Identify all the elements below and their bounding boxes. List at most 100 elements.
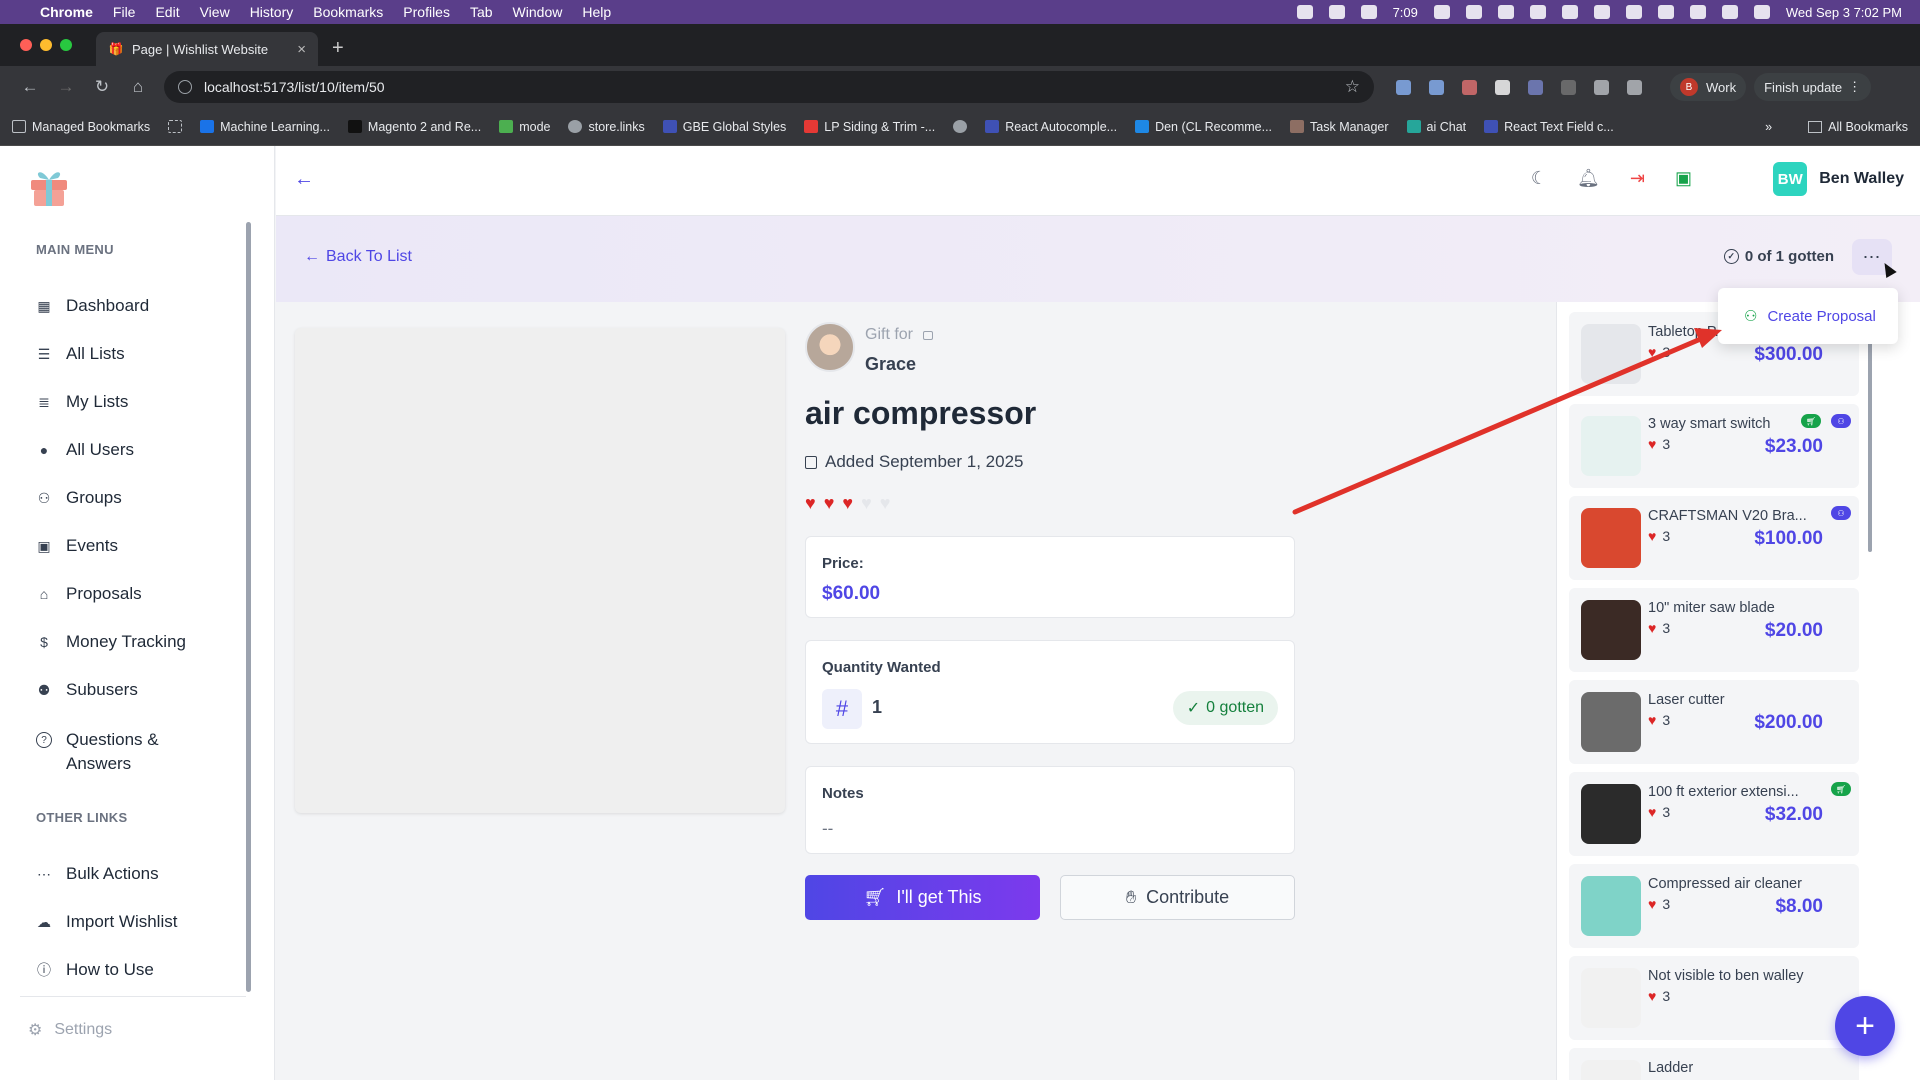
menu-help[interactable]: Help	[582, 4, 611, 20]
extension-icon[interactable]	[1561, 79, 1576, 95]
bell-icon[interactable]: 🔔︎	[1577, 168, 1600, 189]
bookmark-item[interactable]: Den (CL Recomme...	[1135, 120, 1272, 134]
bookmark-item[interactable]: React Autocomple...	[985, 120, 1117, 134]
url-bar[interactable]: localhost:5173/list/10/item/50 ☆	[164, 71, 1374, 103]
overflow-chevron-icon[interactable]: »	[1765, 120, 1772, 134]
puzzle-icon[interactable]	[1594, 79, 1609, 95]
logout-icon[interactable]: ⇥	[1630, 168, 1645, 189]
sidebar-item-dashboard[interactable]: ▦ Dashboard	[36, 296, 149, 316]
related-item[interactable]: Laser cutter ♥ 3 $200.00	[1569, 680, 1859, 764]
extension-icon[interactable]	[1396, 79, 1411, 95]
sidebar-item-proposals[interactable]: ⌂ Proposals	[36, 584, 142, 604]
status-icon[interactable]	[1465, 5, 1482, 19]
profile-button[interactable]: B Work	[1670, 73, 1747, 101]
menu-tab[interactable]: Tab	[470, 4, 493, 20]
menu-profiles[interactable]: Profiles	[403, 4, 450, 20]
status-icon[interactable]	[1433, 5, 1450, 19]
related-item[interactable]: CRAFTSMAN V20 Bra... ♥ 3 $100.00 ⚇	[1569, 496, 1859, 580]
settings-link[interactable]: ⚙ Settings	[28, 1020, 112, 1040]
extension-icon[interactable]	[1528, 79, 1543, 95]
bookmark-item[interactable]: GBE Global Styles	[662, 120, 786, 134]
bookmark-item[interactable]: mode	[499, 120, 550, 134]
sidebar-item-how-to-use[interactable]: ⓘ How to Use	[36, 960, 154, 980]
url-text[interactable]: localhost:5173/list/10/item/50	[204, 79, 385, 95]
all-bookmarks[interactable]: » All Bookmarks	[1765, 120, 1908, 134]
browser-tab[interactable]: 🎁 Page | Wishlist Website ×	[96, 32, 318, 66]
status-icon[interactable]	[1328, 5, 1345, 19]
related-item[interactable]: 100 ft exterior extensi... ♥ 3 $32.00 🛒︎	[1569, 772, 1859, 856]
status-icon[interactable]	[1529, 5, 1546, 19]
sidebar-item-groups[interactable]: ⚇ Groups	[36, 488, 122, 508]
menu-file[interactable]: File	[113, 4, 136, 20]
extension-icon[interactable]	[1429, 79, 1444, 95]
related-item[interactable]: Compressed air cleaner ♥ 3 $8.00	[1569, 864, 1859, 948]
wifi-icon[interactable]	[1689, 5, 1706, 19]
close-tab-icon[interactable]: ×	[297, 41, 306, 58]
clock[interactable]: Wed Sep 3 7:02 PM	[1786, 5, 1902, 20]
bookmark-item[interactable]: Task Manager	[1290, 120, 1389, 134]
forward-icon[interactable]: →	[48, 77, 84, 97]
status-icon[interactable]	[1296, 5, 1313, 19]
menu-edit[interactable]: Edit	[155, 4, 179, 20]
battery-icon[interactable]	[1657, 5, 1674, 19]
bookmark-item[interactable]: LP Siding & Trim -...	[804, 120, 935, 134]
sidebar-item-subusers[interactable]: ⚉ Subusers	[36, 680, 138, 700]
heart-icon[interactable]: ♥	[880, 493, 891, 514]
sidebar-item-all-users[interactable]: ● All Users	[36, 440, 134, 460]
finish-update-button[interactable]: Finish update ⋮	[1754, 73, 1872, 101]
heart-icon[interactable]: ♥	[842, 493, 853, 514]
menu-bookmarks[interactable]: Bookmarks	[313, 4, 383, 20]
menu-window[interactable]: Window	[513, 4, 563, 20]
status-icon[interactable]	[1561, 5, 1578, 19]
home-icon[interactable]: ⌂	[120, 77, 156, 97]
sidebar-item-all-lists[interactable]: ☰ All Lists	[36, 344, 125, 364]
extension-icon[interactable]	[1462, 79, 1477, 95]
related-scrollbar[interactable]	[1868, 332, 1872, 552]
rating-hearts[interactable]: ♥ ♥ ♥ ♥ ♥	[805, 493, 890, 514]
bookmark-globe[interactable]	[953, 120, 968, 133]
back-arrow-icon[interactable]: ←	[294, 168, 314, 191]
menu-chrome[interactable]: Chrome	[40, 4, 93, 20]
bookmark-item[interactable]: Machine Learning...	[200, 120, 330, 134]
apps-icon[interactable]	[168, 120, 183, 133]
dark-mode-icon[interactable]: ☾	[1531, 168, 1547, 189]
related-item[interactable]: 3 way smart switch ♥ 3 $23.00 🛒︎ ⚇	[1569, 404, 1859, 488]
control-center-icon[interactable]	[1753, 5, 1770, 19]
heart-icon[interactable]: ♥	[824, 493, 835, 514]
minimize-window-button[interactable]	[40, 39, 52, 51]
bookmark-item[interactable]: Magento 2 and Re...	[347, 120, 481, 134]
zoom-window-button[interactable]	[60, 39, 72, 51]
related-item[interactable]: Ladder	[1569, 1048, 1859, 1080]
bookmark-star-icon[interactable]: ☆	[1345, 77, 1360, 97]
status-icon[interactable]	[1497, 5, 1514, 19]
sidebar-item-questions-answers[interactable]: ? Questions & Answers	[36, 728, 159, 776]
ill-get-this-button[interactable]: 🛒︎ I'll get This	[805, 875, 1040, 920]
sidebar-item-money-tracking[interactable]: $ Money Tracking	[36, 632, 186, 652]
back-to-list-link[interactable]: ← Back To List	[304, 248, 412, 266]
bookmark-managed[interactable]: Managed Bookmarks	[12, 120, 150, 134]
extension-icon[interactable]	[1495, 79, 1510, 95]
gift-logo-icon[interactable]	[28, 164, 70, 208]
sidebar-item-bulk-actions[interactable]: ⋯ Bulk Actions	[36, 864, 159, 884]
bookmark-item[interactable]: ai Chat	[1406, 120, 1466, 134]
menu-history[interactable]: History	[250, 4, 294, 20]
sidebar-scrollbar[interactable]	[246, 222, 251, 992]
site-info-icon[interactable]	[178, 80, 192, 94]
search-icon[interactable]	[1721, 5, 1738, 19]
menu-view[interactable]: View	[200, 4, 230, 20]
contribute-button[interactable]: ✋︎ Contribute	[1060, 875, 1295, 920]
bookmark-item[interactable]: React Text Field c...	[1484, 120, 1614, 134]
add-item-fab[interactable]: +	[1835, 996, 1895, 1056]
heart-icon[interactable]: ♥	[861, 493, 872, 514]
sidebar-item-events[interactable]: ▣ Events	[36, 536, 118, 556]
create-proposal-menu-item[interactable]: Create Proposal	[1767, 308, 1875, 325]
back-icon[interactable]: ←	[12, 77, 48, 97]
related-item[interactable]: 10" miter saw blade ♥ 3 $20.00	[1569, 588, 1859, 672]
gallery-icon[interactable]: ▣	[1675, 168, 1692, 189]
tab-search-icon[interactable]	[1627, 79, 1642, 95]
sidebar-item-import-wishlist[interactable]: ☁ Import Wishlist	[36, 912, 177, 932]
bookmark-item[interactable]: store.links	[568, 120, 645, 134]
related-item[interactable]: Not visible to ben walley ♥ 3	[1569, 956, 1859, 1040]
status-icon[interactable]	[1360, 5, 1377, 19]
close-window-button[interactable]	[20, 39, 32, 51]
